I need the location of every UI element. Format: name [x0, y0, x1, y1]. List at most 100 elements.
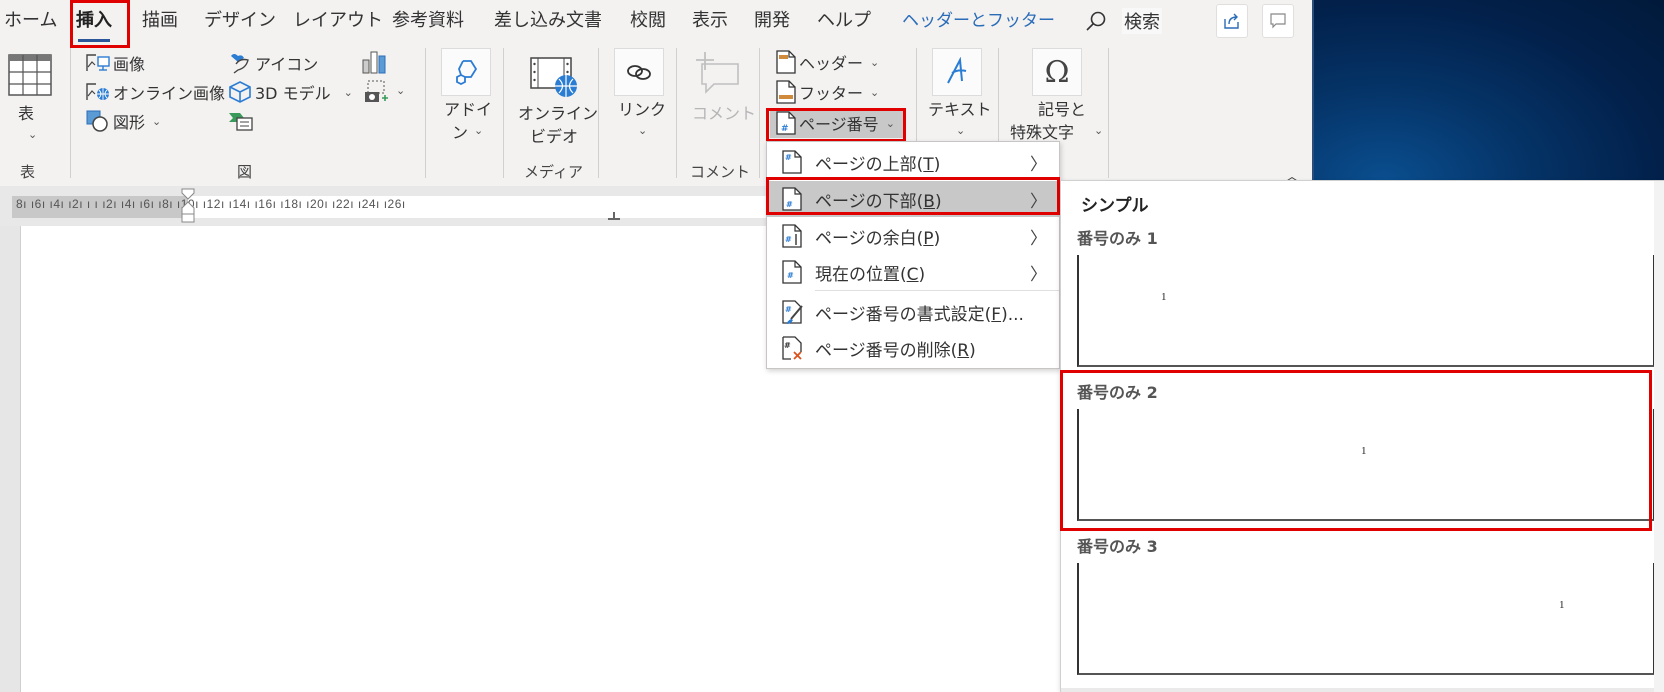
icons-label: アイコン: [255, 55, 319, 74]
menu-item-label: ページの上部(T): [815, 154, 941, 175]
search-icon[interactable]: [1085, 10, 1107, 32]
table-button-label: 表: [18, 104, 35, 123]
table-icon: [8, 54, 52, 96]
shapes-label: 図形: [113, 113, 146, 132]
ribbon-tabs: ホーム 挿入 描画 デザイン レイアウト 参考資料 差し込み文書 校閲 表示 開…: [0, 0, 1312, 44]
page-number-preview: 1: [1361, 445, 1367, 457]
svg-text:#: #: [784, 341, 791, 350]
tab-mailings[interactable]: 差し込み文書: [494, 8, 602, 36]
link-icon-box: [614, 48, 664, 96]
page-bottom-number-icon: #: [782, 187, 802, 211]
group-separator: [503, 48, 504, 178]
footer-label: フッター: [799, 84, 864, 103]
svg-text:#: #: [785, 153, 792, 162]
menu-item-remove-page-numbers[interactable]: # ページ番号の削除(R): [767, 330, 1059, 366]
gallery-item-title: 番号のみ 2: [1077, 383, 1158, 402]
tab-references[interactable]: 参考資料: [392, 8, 464, 36]
tab-review[interactable]: 校閲: [630, 8, 666, 36]
group-label-illustrations: 図: [237, 163, 253, 181]
search-label[interactable]: 検索: [1122, 8, 1162, 34]
footer-icon: [776, 80, 796, 104]
icons-button[interactable]: アイコン: [228, 50, 318, 76]
group-label-media: メディア: [524, 163, 583, 181]
menu-item-current-position[interactable]: # 現在の位置(C) 〉: [767, 254, 1059, 290]
chevron-right-icon: 〉: [1030, 191, 1047, 212]
chevron-down-icon: ⌄: [638, 124, 648, 137]
gallery-scrollbar[interactable]: [1654, 181, 1664, 692]
3d-models-button[interactable]: 3D モデル ⌄: [228, 79, 353, 105]
desktop-background: [1312, 0, 1664, 180]
chart-icon: [362, 51, 386, 74]
header-icon: [776, 50, 796, 74]
online-video-label-line2: ビデオ: [530, 127, 579, 146]
header-button[interactable]: ヘッダー ⌄: [776, 49, 879, 75]
chevron-down-icon: ⌄: [343, 85, 353, 99]
omega-icon: Ω: [1032, 48, 1082, 96]
tab-view[interactable]: 表示: [692, 8, 728, 36]
footer-button[interactable]: フッター ⌄: [776, 79, 879, 105]
online-pictures-button[interactable]: オンライン画像: [86, 79, 225, 105]
screenshot-icon: [365, 80, 388, 102]
comment-label: コメント: [692, 104, 757, 123]
chevron-down-icon: ⌄: [152, 114, 162, 128]
chevron-down-icon: ⌄: [885, 116, 895, 130]
page-number-button[interactable]: # ページ番号 ⌄: [770, 108, 906, 138]
tab-draw[interactable]: 描画: [142, 8, 178, 36]
chevron-down-icon: ⌄: [396, 84, 406, 97]
menu-item-top-of-page[interactable]: # ページの上部(T) 〉: [767, 144, 1059, 180]
menu-item-bottom-of-page[interactable]: # ページの下部(B) 〉: [767, 181, 1059, 217]
icons-icon: [231, 54, 249, 74]
share-icon: [1224, 13, 1239, 29]
format-page-number-icon: #: [782, 300, 803, 324]
page-number-preview: 1: [1161, 291, 1167, 303]
group-label-comments: コメント: [690, 163, 751, 181]
comments-button[interactable]: [1262, 4, 1294, 38]
smartart-button[interactable]: [228, 108, 254, 134]
tab-design[interactable]: デザイン: [204, 8, 276, 36]
svg-text:#: #: [786, 200, 793, 209]
page-margin-number-icon: #: [782, 224, 802, 248]
group-separator: [759, 48, 760, 178]
menu-item-label: 現在の位置(C): [815, 264, 926, 285]
page-top-number-icon: #: [782, 150, 802, 174]
gallery-footer-divider: [1061, 688, 1654, 692]
chevron-down-icon: ⌄: [474, 124, 484, 137]
chevron-down-icon: ⌄: [28, 128, 38, 141]
pictures-button[interactable]: 画像: [86, 50, 145, 76]
text-label: テキスト: [928, 100, 992, 119]
gallery-item-title: 番号のみ 1: [1077, 229, 1158, 248]
svg-text:#: #: [785, 305, 792, 314]
tab-developer[interactable]: 開発: [754, 8, 790, 36]
tab-layout[interactable]: レイアウト: [293, 8, 383, 36]
remove-page-number-icon: #: [782, 336, 802, 360]
indent-marker-icon[interactable]: [181, 188, 195, 224]
chevron-down-icon: ⌄: [870, 85, 880, 99]
gallery-item-preview: 1: [1077, 563, 1655, 675]
gallery-item-preview: 1: [1077, 409, 1655, 521]
page-number-menu: # ページの上部(T) 〉 # ページの下部(B) 〉 # ページの余白(P) …: [766, 141, 1060, 369]
menu-item-page-margins[interactable]: # ページの余白(P) 〉: [767, 218, 1059, 254]
menu-item-label: ページ番号の書式設定(F)...: [815, 304, 1024, 325]
page-number-label: ページ番号: [799, 115, 879, 134]
tab-home[interactable]: ホーム: [4, 8, 57, 36]
chevron-down-icon: ⌄: [956, 124, 966, 137]
text-box-icon: [947, 57, 967, 84]
page-number-icon: #: [776, 111, 796, 135]
shapes-button[interactable]: 図形 ⌄: [86, 108, 161, 134]
tab-insert[interactable]: 挿入: [76, 8, 112, 42]
gallery-item-title: 番号のみ 3: [1077, 537, 1158, 556]
page-number-preview: 1: [1559, 599, 1565, 611]
group-separator: [70, 48, 71, 178]
menu-item-format-page-numbers[interactable]: # ページ番号の書式設定(F)...: [767, 294, 1059, 330]
share-button[interactable]: [1216, 4, 1248, 38]
chevron-down-icon: ⌄: [870, 55, 880, 69]
online-video-icon: [530, 57, 577, 97]
svg-text:#: #: [781, 124, 789, 134]
tab-help[interactable]: ヘルプ: [817, 8, 871, 36]
tab-stop-icon[interactable]: [608, 212, 620, 220]
chevron-right-icon: 〉: [1030, 154, 1047, 175]
menu-item-label: ページの余白(P): [815, 228, 941, 249]
header-label: ヘッダー: [799, 54, 864, 73]
online-pictures-label: オンライン画像: [113, 84, 226, 103]
tab-header-footer[interactable]: ヘッダーとフッター: [902, 8, 1055, 36]
